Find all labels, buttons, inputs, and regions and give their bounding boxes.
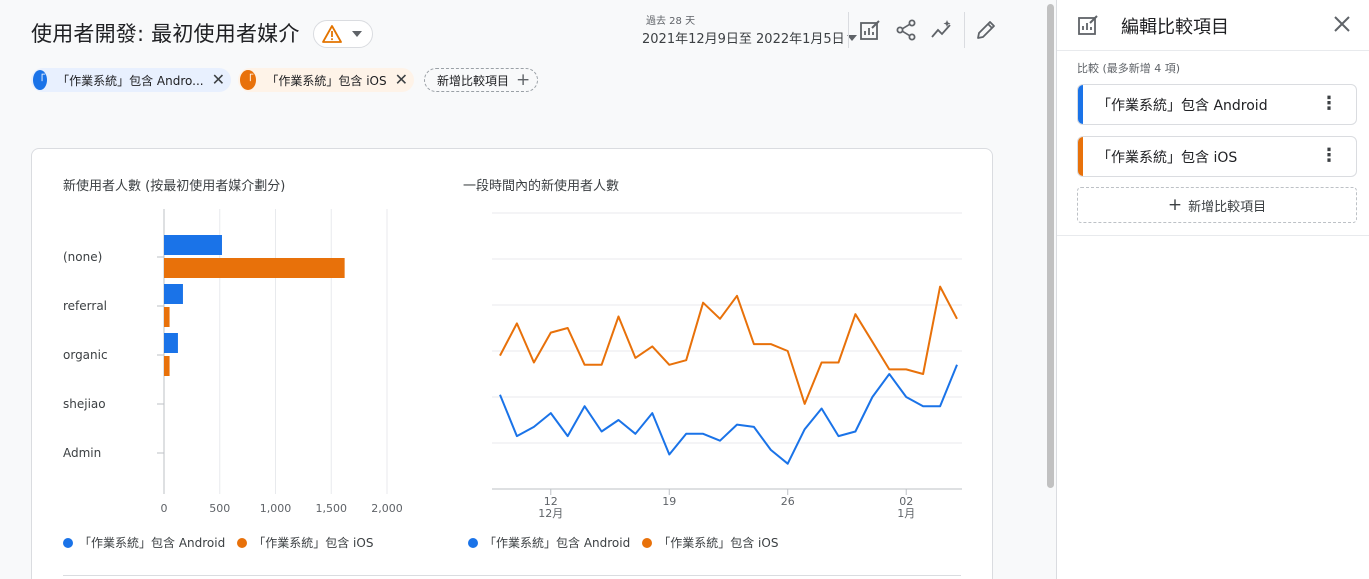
side-panel-title: 編輯比較項目 — [1121, 17, 1229, 38]
customize-report-icon — [860, 20, 880, 40]
date-range-text: 2021年12月9日至 2022年1月5日 — [642, 32, 845, 47]
comparison-color-bar — [1078, 137, 1083, 176]
line-chart-legend: 「作業系統」包含 Android 「作業系統」包含 iOS — [468, 534, 778, 551]
charts-card: 新使用者人數 (按最初使用者媒介劃分) 一段時間內的新使用者人數 0 500 1,0… — [31, 148, 993, 579]
close-icon[interactable]: ✕ — [212, 72, 225, 88]
comparison-dot: 「 — [33, 70, 48, 90]
comparison-item-android[interactable]: 「作業系統」包含 Android ⋮ — [1077, 84, 1357, 125]
x-tick-label: 1,000 — [260, 502, 292, 515]
legend-label: 「作業系統」包含 Android — [79, 536, 226, 550]
side-panel-header: 編輯比較項目 — [1057, 0, 1369, 51]
comparison-chip-ios[interactable]: 「 「作業系統」包含 iOS ✕ — [238, 68, 414, 92]
dropdown-arrow-icon — [352, 31, 362, 37]
legend-label: 「作業系統」包含 Android — [484, 536, 631, 550]
y-tick-label: 120 — [971, 207, 972, 220]
report-main: 使用者開發: 最初使用者媒介 過去 28 天 2021年12月9日至 2022年… — [0, 0, 1056, 579]
category-label: organic — [63, 348, 108, 362]
add-comparison-label: 新增比較項目 — [1188, 199, 1267, 215]
x-tick-label: 500 — [209, 502, 230, 515]
bar — [164, 284, 183, 304]
series-line — [499, 364, 958, 465]
add-comparison-label: 新增比較項目 — [437, 73, 510, 88]
line-chart: 0204060801001201212月1926021月 — [492, 207, 972, 520]
series-line — [499, 285, 958, 405]
bar — [164, 333, 178, 353]
line-chart-title: 一段時間內的新使用者人數 — [463, 179, 620, 194]
legend-dot — [63, 537, 73, 548]
scrollbar[interactable] — [1047, 4, 1054, 488]
x-tick-month-label: 12月 — [538, 507, 563, 520]
page-title: 使用者開發: 最初使用者媒介 — [31, 22, 300, 46]
bar-chart-title: 新使用者人數 (按最初使用者媒介劃分) — [63, 179, 286, 194]
legend-label: 「作業系統」包含 iOS — [253, 536, 374, 550]
add-comparison-button[interactable]: + 新增比較項目 — [1077, 187, 1357, 223]
legend-dot — [642, 537, 653, 548]
category-label: Admin — [63, 446, 101, 460]
category-label: referral — [63, 299, 107, 313]
x-tick-label: 0 — [161, 502, 168, 515]
more-vert-icon[interactable]: ⋮ — [1320, 95, 1338, 113]
legend-label: 「作業系統」包含 iOS — [658, 536, 779, 550]
y-tick-label: 100 — [971, 253, 972, 266]
edit-button[interactable] — [973, 17, 999, 43]
share-icon — [896, 19, 916, 41]
edit-icon — [977, 21, 995, 39]
plus-icon: + — [1167, 194, 1183, 215]
x-tick-label: 1,500 — [316, 502, 348, 515]
bar — [164, 356, 170, 376]
edit-comparison-icon — [1078, 15, 1098, 35]
legend-dot — [468, 537, 478, 548]
share-button[interactable] — [893, 17, 919, 43]
category-label: shejiao — [63, 397, 106, 411]
insights-button[interactable] — [929, 17, 955, 43]
close-icon[interactable] — [1333, 15, 1351, 33]
legend-dot — [237, 537, 248, 548]
date-preset-label: 過去 28 天 — [646, 16, 696, 27]
bar — [164, 235, 222, 255]
toolbar-divider — [964, 12, 965, 48]
comparison-item-ios[interactable]: 「作業系統」包含 iOS ⋮ — [1077, 136, 1357, 177]
comparison-item-label: 「作業系統」包含 iOS — [1097, 149, 1238, 166]
side-panel-subtitle: 比較 (最多新增 4 項) — [1077, 62, 1181, 75]
toolbar-divider — [848, 12, 849, 48]
add-comparison-chip[interactable]: 新增比較項目 + — [424, 68, 538, 92]
bar — [164, 307, 170, 327]
comparison-chip-label: 「作業系統」包含 Andro... — [57, 73, 204, 88]
plus-icon: + — [516, 69, 531, 90]
comparison-item-label: 「作業系統」包含 Android — [1097, 97, 1268, 114]
customize-report-button[interactable] — [857, 17, 883, 43]
bar-chart: 0 500 1,000 1,500 2,000 (none) referral organic… — [63, 209, 403, 515]
more-vert-icon[interactable]: ⋮ — [1320, 147, 1338, 165]
comparison-chip-label: 「作業系統」包含 iOS — [266, 73, 387, 88]
side-panel-divider — [1057, 235, 1369, 236]
x-tick-label: 2,000 — [371, 502, 403, 515]
card-divider — [63, 575, 961, 576]
x-tick-month-label: 1月 — [897, 507, 915, 520]
warning-menu-button[interactable] — [313, 20, 373, 48]
bar-chart-legend: 「作業系統」包含 Android 「作業系統」包含 iOS — [63, 534, 373, 551]
comparison-side-panel: 編輯比較項目 比較 (最多新增 4 項) 「作業系統」包含 Android ⋮ … — [1056, 0, 1369, 579]
date-range-picker[interactable]: 2021年12月9日至 2022年1月5日 — [642, 28, 857, 47]
close-icon[interactable]: ✕ — [395, 72, 408, 88]
category-label: (none) — [63, 250, 102, 264]
x-tick-label: 26 — [781, 495, 795, 508]
comparison-chip-android[interactable]: 「 「作業系統」包含 Andro... ✕ — [31, 68, 231, 92]
insights-icon — [931, 20, 951, 38]
comparison-color-bar — [1078, 85, 1083, 124]
warning-icon — [322, 25, 342, 43]
comparison-dot: 「 — [240, 70, 257, 90]
bar — [164, 258, 345, 278]
x-tick-label: 19 — [662, 495, 676, 508]
